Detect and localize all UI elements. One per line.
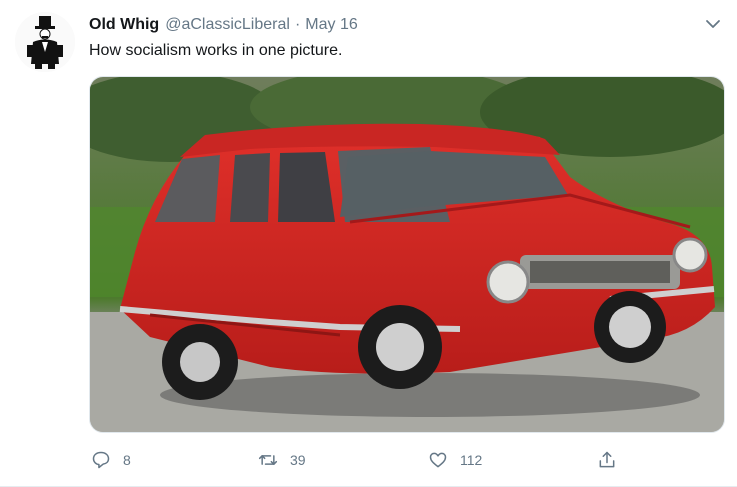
chevron-down-icon: [706, 20, 720, 28]
user-handle[interactable]: @aClassicLiberal: [165, 16, 290, 34]
reply-icon: [92, 451, 110, 469]
retweet-icon: [258, 455, 278, 465]
share-icon: [599, 451, 615, 468]
more-options-button[interactable]: [703, 14, 723, 34]
heart-icon: [429, 452, 447, 468]
tweet-text: How socialism works in one picture.: [89, 42, 343, 59]
avatar[interactable]: [15, 12, 75, 72]
top-hat-man-avatar-icon: [15, 12, 75, 72]
like-count: 112: [460, 452, 483, 468]
tweet-header: Old Whig @aClassicLiberal · May 16: [89, 13, 697, 37]
share-button[interactable]: [597, 450, 617, 470]
tweet-media-image[interactable]: [89, 76, 725, 433]
retweet-count: 39: [290, 452, 306, 468]
retweet-button[interactable]: 39: [258, 450, 306, 470]
like-button[interactable]: 112: [428, 450, 482, 470]
red-station-wagon-photo: [90, 77, 724, 432]
tweet-actions: 8 39 112: [89, 446, 725, 474]
tweet-date[interactable]: May 16: [305, 16, 357, 34]
reply-button[interactable]: 8: [91, 450, 131, 470]
display-name[interactable]: Old Whig: [89, 16, 159, 34]
reply-count: 8: [123, 452, 131, 468]
tweet[interactable]: Old Whig @aClassicLiberal · May 16 How s…: [0, 0, 737, 487]
separator-dot: ·: [294, 16, 301, 33]
